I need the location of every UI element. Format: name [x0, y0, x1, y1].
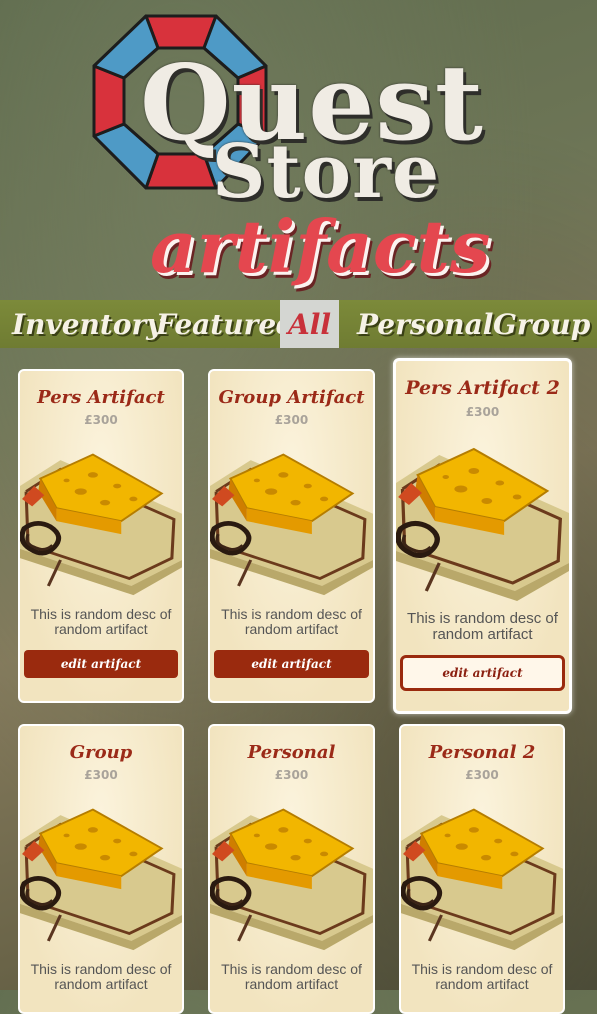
artifact-image — [20, 449, 182, 597]
artifact-description: This is random desc of random artifact — [30, 961, 172, 992]
artifact-price: £300 — [274, 413, 309, 427]
nav-item-all[interactable]: All — [280, 300, 339, 348]
artifact-title: Pers Artifact — [37, 387, 165, 408]
artifact-price: £300 — [84, 768, 118, 782]
artifact-card[interactable]: Personal £300 This is random desc of ran… — [208, 724, 375, 1014]
category-nav: Inventory Featured All Personal Group — [0, 300, 597, 348]
artifact-image — [20, 804, 182, 952]
nav-item-personal[interactable]: Personal — [357, 300, 493, 348]
artifact-title: Group Artifact — [218, 387, 365, 408]
nav-item-featured[interactable]: Featured — [156, 300, 296, 348]
edit-artifact-button[interactable]: edit artifact — [400, 655, 565, 691]
nav-item-group[interactable]: Group — [493, 300, 590, 348]
logo-word-store: Store — [212, 129, 441, 215]
artifact-title: Personal 2 — [428, 742, 536, 763]
artifact-price: £300 — [465, 405, 500, 419]
artifact-card[interactable]: Pers Artifact £300 This is random desc o… — [18, 369, 184, 703]
artifact-description: This is random desc of random artifact — [411, 961, 553, 992]
edit-artifact-button[interactable]: edit artifact — [24, 650, 178, 678]
artifact-description: This is random desc of random artifact — [407, 610, 558, 643]
artifact-description: This is random desc of random artifact — [221, 961, 362, 992]
artifact-image — [210, 804, 373, 952]
edit-artifact-button[interactable]: edit artifact — [214, 650, 369, 678]
artifact-title: Personal — [247, 742, 336, 763]
artifact-image — [401, 804, 563, 952]
artifact-card[interactable]: Pers Artifact 2 £300 This is random desc… — [393, 358, 572, 714]
nav-item-inventory[interactable]: Inventory — [12, 300, 163, 348]
artifact-card[interactable]: Group Artifact £300 This is random desc … — [208, 369, 375, 703]
artifact-description: This is random desc of random artifact — [30, 606, 172, 637]
page-title: artifacts — [150, 204, 491, 289]
artifact-price: £300 — [465, 768, 499, 782]
artifact-title: Group — [69, 742, 133, 763]
artifact-price: £300 — [274, 768, 309, 782]
artifact-image — [396, 443, 569, 603]
artifact-image — [210, 449, 373, 597]
artifact-title: Pers Artifact 2 — [405, 377, 560, 399]
artifact-description: This is random desc of random artifact — [221, 606, 362, 637]
store-logo: Quest Store artifacts — [0, 0, 597, 300]
artifact-price: £300 — [84, 413, 118, 427]
artifact-card[interactable]: Group £300 This is random desc of random… — [18, 724, 184, 1014]
artifact-card[interactable]: Personal 2 £300 This is random desc of r… — [399, 724, 565, 1014]
